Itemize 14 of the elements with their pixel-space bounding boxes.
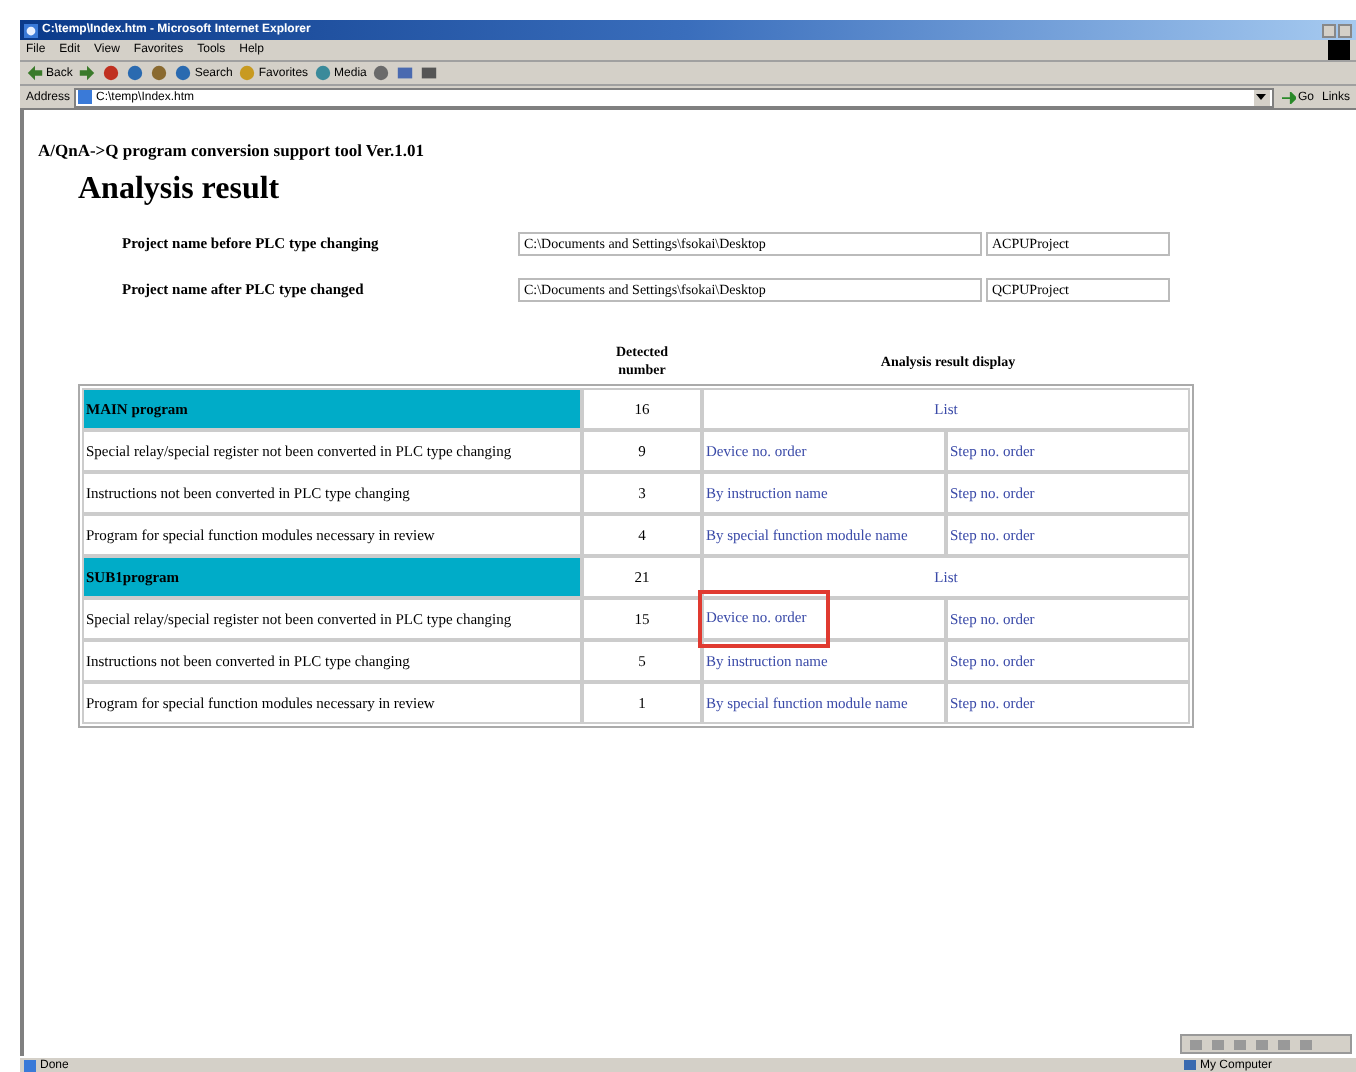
tool-title: A/QnA->Q program conversion support tool Ver.1.01 xyxy=(38,138,425,164)
dropdown-button[interactable] xyxy=(1253,89,1270,105)
forward-icon xyxy=(78,64,97,82)
forward-button[interactable] xyxy=(78,64,97,82)
restore-button[interactable] xyxy=(1338,23,1352,37)
browser-icon xyxy=(24,23,38,37)
minimize-button[interactable] xyxy=(1322,23,1336,37)
page-icon xyxy=(78,90,93,104)
page-icon xyxy=(24,1059,36,1071)
page-heading: Analysis result xyxy=(78,174,282,206)
caret-icon xyxy=(1256,94,1267,100)
computer-icon xyxy=(1183,1059,1196,1071)
go-arrow-icon xyxy=(1281,91,1296,103)
back-icon xyxy=(26,64,44,82)
